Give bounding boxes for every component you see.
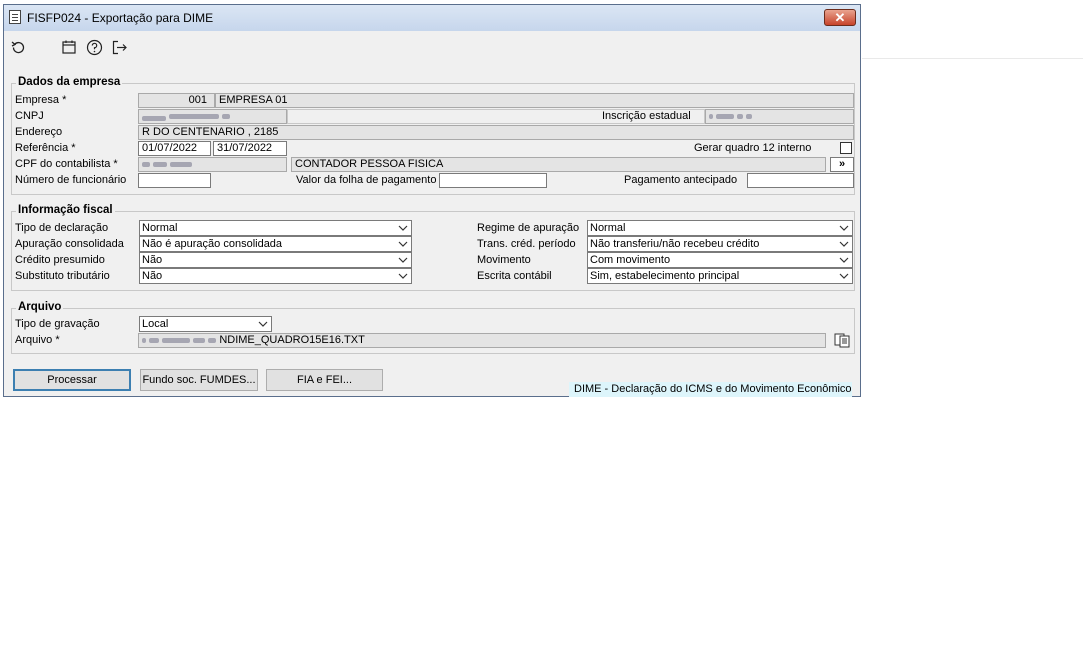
empresa-label: Empresa * bbox=[15, 94, 67, 106]
cnpj-label: CNPJ bbox=[15, 110, 44, 122]
pagamento-field[interactable] bbox=[747, 173, 854, 188]
select-value: Não é apuração consolidada bbox=[142, 238, 283, 250]
select-value: Não bbox=[142, 270, 163, 282]
status-bar: DIME - Declaração do ICMS e do Movimento… bbox=[569, 382, 852, 397]
calendar-icon[interactable] bbox=[60, 38, 78, 56]
escrita-label: Escrita contábil bbox=[477, 270, 552, 282]
num-funcionario-label: Número de funcionário bbox=[15, 174, 127, 186]
pagamento-label: Pagamento antecipado bbox=[624, 174, 738, 186]
title-bar[interactable]: FISFP024 - Exportação para DIME ✕ bbox=[4, 5, 860, 31]
browse-file-icon[interactable] bbox=[832, 332, 852, 348]
tipo-gravacao-label: Tipo de gravação bbox=[15, 318, 100, 330]
folha-label: Valor da folha de pagamento bbox=[296, 174, 437, 186]
chevron-down-icon bbox=[839, 257, 849, 263]
dime-export-window: FISFP024 - Exportação para DIME ✕ Dados … bbox=[3, 4, 861, 397]
cpf-label: CPF do contabilista * bbox=[15, 158, 118, 170]
tipo-declaracao-label: Tipo de declaração bbox=[15, 222, 109, 234]
select-value: Local bbox=[142, 318, 169, 330]
referencia-end-field[interactable]: 31/07/2022 bbox=[213, 141, 287, 156]
processar-button[interactable]: Processar bbox=[13, 369, 131, 391]
refresh-icon[interactable] bbox=[9, 38, 27, 56]
fia-fei-button[interactable]: FIA e FEI... bbox=[266, 369, 383, 391]
movimento-label: Movimento bbox=[477, 254, 531, 266]
regime-label: Regime de apuração bbox=[477, 222, 580, 234]
trans-cred-label: Trans. créd. período bbox=[477, 238, 576, 250]
select-value: Normal bbox=[590, 222, 626, 234]
regime-select[interactable]: Normal bbox=[587, 220, 853, 236]
credito-presumido-label: Crédito presumido bbox=[15, 254, 105, 266]
escrita-select[interactable]: Sim, estabelecimento principal bbox=[587, 268, 853, 284]
substituto-select[interactable]: Não bbox=[139, 268, 412, 284]
substituto-label: Substituto tributário bbox=[15, 270, 110, 282]
group-title: Informação fiscal bbox=[16, 204, 115, 216]
select-value: Normal bbox=[142, 222, 178, 234]
cnpj-field bbox=[138, 109, 287, 124]
inscricao-label: Inscrição estadual bbox=[602, 110, 691, 122]
endereco-field: R DO CENTENARIO , 2185 bbox=[138, 125, 854, 140]
tipo-gravacao-select[interactable]: Local bbox=[139, 316, 272, 332]
tipo-declaracao-select[interactable]: Normal bbox=[139, 220, 412, 236]
arquivo-label: Arquivo * bbox=[15, 334, 60, 346]
more-button[interactable]: » bbox=[830, 157, 854, 172]
chevron-down-icon bbox=[398, 273, 408, 279]
endereco-label: Endereço bbox=[15, 126, 63, 138]
arquivo-filename: NDIME_QUADRO15E16.TXT bbox=[219, 334, 365, 346]
folha-field[interactable] bbox=[439, 173, 547, 188]
empresa-name-field: EMPRESA 01 bbox=[215, 93, 854, 108]
select-value: Sim, estabelecimento principal bbox=[590, 270, 740, 282]
document-icon bbox=[9, 10, 21, 24]
credito-presumido-select[interactable]: Não bbox=[139, 252, 412, 268]
select-value: Com movimento bbox=[590, 254, 671, 266]
contador-name-field: CONTADOR PESSOA FISICA bbox=[291, 157, 826, 172]
referencia-start-field[interactable]: 01/07/2022 bbox=[138, 141, 211, 156]
fundo-fumdes-button[interactable]: Fundo soc. FUMDES... bbox=[140, 369, 258, 391]
toolbar bbox=[4, 31, 860, 61]
empresa-code-field[interactable]: 001 bbox=[138, 93, 215, 108]
exit-icon[interactable] bbox=[110, 38, 128, 56]
trans-cred-select[interactable]: Não transferiu/não recebeu crédito bbox=[587, 236, 853, 252]
gerar-quadro-label: Gerar quadro 12 interno bbox=[694, 142, 812, 154]
window-title: FISFP024 - Exportação para DIME bbox=[27, 11, 214, 25]
close-button[interactable]: ✕ bbox=[824, 9, 856, 26]
arquivo-field[interactable]: NDIME_QUADRO15E16.TXT bbox=[138, 333, 826, 348]
chevron-down-icon bbox=[839, 273, 849, 279]
gerar-quadro-checkbox[interactable] bbox=[840, 142, 852, 154]
referencia-label: Referência * bbox=[15, 142, 76, 154]
group-title: Dados da empresa bbox=[16, 76, 123, 88]
help-icon[interactable] bbox=[85, 38, 103, 56]
chevron-down-icon bbox=[398, 257, 408, 263]
select-value: Não bbox=[142, 254, 163, 266]
chevron-down-icon bbox=[398, 241, 408, 247]
num-funcionario-field[interactable] bbox=[138, 173, 211, 188]
chevron-down-icon bbox=[839, 241, 849, 247]
apuracao-label: Apuração consolidada bbox=[15, 238, 124, 250]
cpf-field[interactable] bbox=[138, 157, 287, 172]
group-title: Arquivo bbox=[16, 301, 64, 313]
chevron-down-icon bbox=[258, 321, 268, 327]
apuracao-select[interactable]: Não é apuração consolidada bbox=[139, 236, 412, 252]
movimento-select[interactable]: Com movimento bbox=[587, 252, 853, 268]
chevron-down-icon bbox=[839, 225, 849, 231]
select-value: Não transferiu/não recebeu crédito bbox=[590, 238, 760, 250]
chevron-down-icon bbox=[398, 225, 408, 231]
background-divider bbox=[862, 58, 1083, 59]
inscricao-field bbox=[705, 109, 854, 124]
